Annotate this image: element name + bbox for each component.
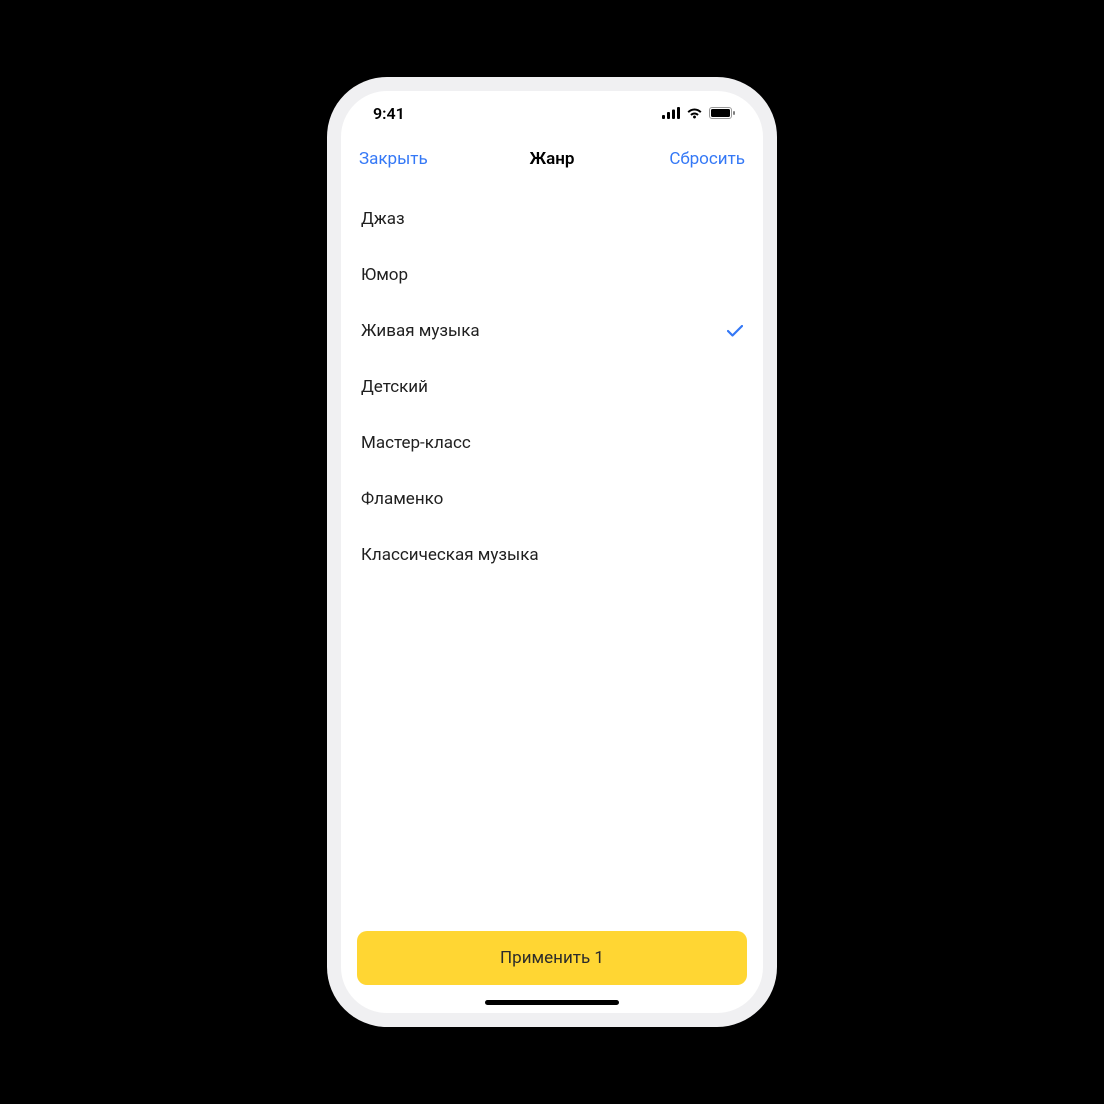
genre-item[interactable]: Фламенко (341, 471, 763, 527)
genre-item[interactable]: Классическая музыка (341, 527, 763, 583)
page-title: Жанр (530, 149, 575, 169)
genre-item-label: Фламенко (361, 489, 443, 509)
genre-list: Джаз Юмор Живая музыка Детский Мастер-класс Ф… (341, 183, 763, 921)
genre-item[interactable]: Живая музыка (341, 303, 763, 359)
phone-frame: 9:41 Закрыть Жанр Сбросить ДжазЮморЖивая (327, 77, 777, 1027)
nav-bar: Закрыть Жанр Сбросить (341, 135, 763, 183)
genre-item[interactable]: Мастер-класс (341, 415, 763, 471)
genre-item[interactable]: Юмор (341, 247, 763, 303)
genre-item-label: Мастер-класс (361, 433, 471, 453)
genre-item-label: Классическая музыка (361, 545, 539, 565)
cellular-icon (662, 107, 680, 119)
genre-item[interactable]: Детский (341, 359, 763, 415)
genre-item-label: Детский (361, 377, 428, 397)
apply-button[interactable]: Применить 1 (357, 931, 747, 985)
genre-item-label: Юмор (361, 265, 408, 285)
status-right (662, 107, 735, 119)
status-bar: 9:41 (341, 91, 763, 135)
genre-item-label: Живая музыка (361, 321, 480, 341)
wifi-icon (686, 107, 703, 119)
check-icon (727, 322, 743, 341)
home-indicator (485, 1000, 619, 1005)
close-button[interactable]: Закрыть (359, 149, 428, 169)
status-time: 9:41 (373, 104, 405, 123)
battery-icon (709, 107, 735, 119)
reset-button[interactable]: Сбросить (669, 149, 745, 169)
genre-item-label: Джаз (361, 209, 405, 229)
phone-screen: 9:41 Закрыть Жанр Сбросить ДжазЮморЖивая (341, 91, 763, 1013)
genre-item[interactable]: Джаз (341, 191, 763, 247)
